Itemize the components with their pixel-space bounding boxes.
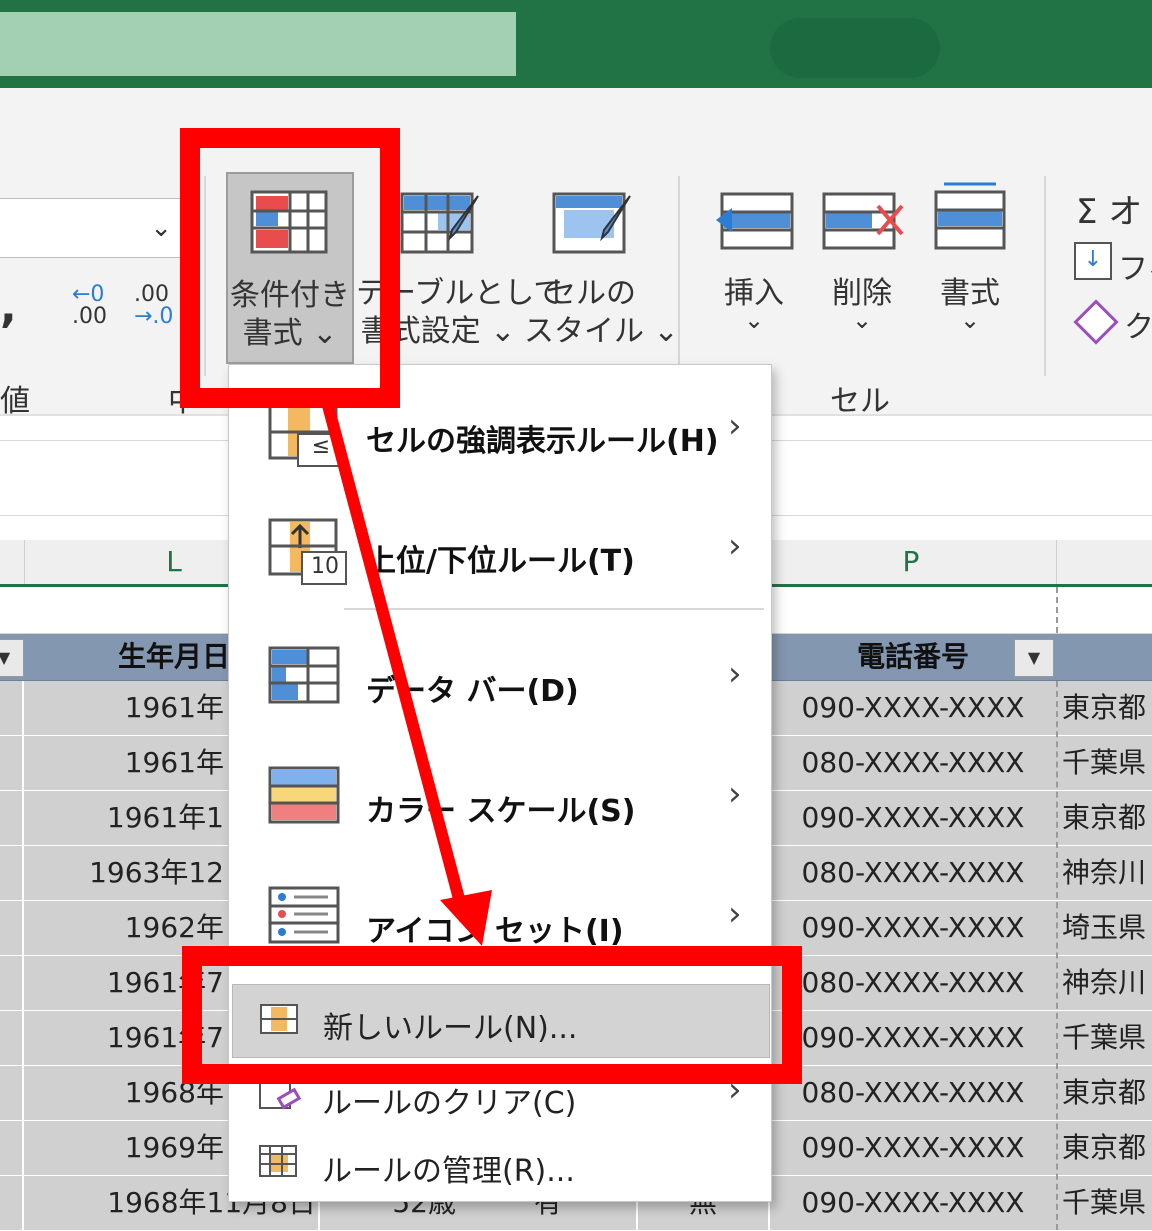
- annotation-arrow: [320, 396, 492, 946]
